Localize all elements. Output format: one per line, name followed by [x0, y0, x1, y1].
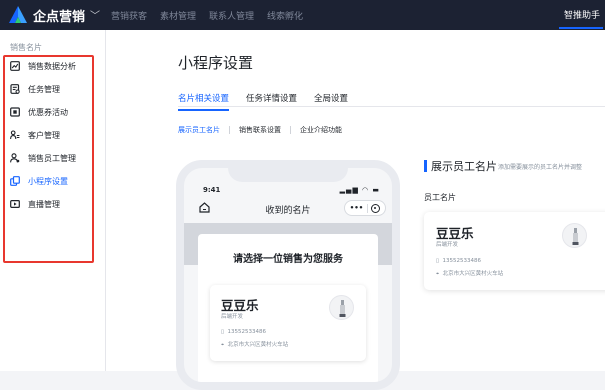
- card-role: 后端开发: [221, 314, 244, 320]
- topnav-item-materials[interactable]: 素材管理: [160, 9, 196, 22]
- sidebar-title: 销售名片: [10, 43, 42, 52]
- coupon-icon: [10, 107, 20, 117]
- sidebar-item-label: 销售数据分析: [28, 61, 76, 71]
- employee-card[interactable]: 豆豆乐 后端开发 ▯ 13552533486 ⌖ 北京市大兴区黄村火车站: [424, 212, 605, 290]
- topnav-item-acquisition[interactable]: 营销获客: [111, 9, 147, 22]
- customer-icon: [10, 130, 20, 140]
- card-address-text: 北京市大兴区黄村火车站: [227, 342, 289, 348]
- sidebar-item-label: 销售员工管理: [28, 153, 76, 163]
- sidebar-item-label: 直播管理: [28, 199, 60, 209]
- staff-icon: [10, 153, 20, 163]
- subtab-divider: [229, 126, 230, 134]
- phone-notch: [228, 168, 348, 182]
- top-nav: 营销获客 素材管理 联系人管理 线索孵化: [111, 9, 303, 22]
- main-content: 小程序设置 名片相关设置 任务详情设置 全局设置 展示员工名片 销售联系设置 企…: [106, 30, 605, 390]
- card-address: ⌖ 北京市大兴区黄村火车站: [436, 271, 504, 277]
- sub-tabs: 展示员工名片 销售联系设置 企业介绍功能: [178, 125, 342, 135]
- tab-task-details[interactable]: 任务详情设置: [246, 92, 297, 104]
- sidebar: 销售名片 销售数据分析 任务管理 优惠券活动 客户管理 销售员工管理 小程序设置…: [0, 30, 106, 371]
- avatar: [329, 295, 354, 320]
- topnav-item-leads[interactable]: 线索孵化: [267, 9, 303, 22]
- sidebar-item-sales-analytics[interactable]: 销售数据分析: [10, 58, 76, 74]
- card-address: ⌖ 北京市大兴区黄村火车站: [221, 342, 289, 348]
- miniprogram-icon: [10, 176, 20, 186]
- avatar: [562, 223, 587, 248]
- phone-status-icons: ▂▄▆ ◠ ▬: [339, 186, 380, 194]
- card-phone: ▯ 13552533486: [436, 258, 482, 264]
- phone-time: 9:41: [203, 186, 221, 194]
- more-icon: •••: [349, 204, 364, 212]
- chevron-down-icon[interactable]: ﹀: [90, 7, 100, 22]
- card-address-text: 北京市大兴区黄村火车站: [442, 271, 504, 277]
- card-phone: ▯ 13552533486: [221, 329, 267, 335]
- topnav-item-contacts[interactable]: 联系人管理: [209, 9, 254, 22]
- subtab-sales-contact[interactable]: 销售联系设置: [239, 125, 281, 135]
- avatar-figure-icon: [339, 300, 346, 317]
- subtab-company-intro[interactable]: 企业介绍功能: [300, 125, 342, 135]
- tabs-divider: [178, 106, 605, 107]
- subtab-show-employee-card[interactable]: 展示员工名片: [178, 125, 220, 135]
- sidebar-item-label: 客户管理: [28, 130, 60, 140]
- chart-icon: [10, 61, 20, 71]
- sidebar-item-customers[interactable]: 客户管理: [10, 127, 60, 143]
- sidebar-item-coupons[interactable]: 优惠券活动: [10, 104, 68, 120]
- tab-global-settings[interactable]: 全局设置: [314, 92, 348, 104]
- settings-tabs: 名片相关设置 任务详情设置 全局设置: [178, 92, 348, 111]
- section-hint: 添加需要展示的员工名片并调整: [498, 164, 583, 171]
- phone-heading: 请选择一位销售为您服务: [233, 254, 343, 265]
- section-title: 展示员工名片: [431, 160, 497, 173]
- phone-business-card: 豆豆乐 后端开发 ▯ 13552533486 ⌖ 北京市大兴区黄村火车站: [210, 285, 366, 361]
- avatar-figure-icon: [572, 228, 579, 245]
- task-icon: [10, 84, 20, 94]
- tab-card-settings[interactable]: 名片相关设置: [178, 92, 230, 111]
- sidebar-item-staff[interactable]: 销售员工管理: [10, 150, 76, 166]
- card-phone-number: 13552533486: [442, 258, 482, 264]
- phone-content-card: 请选择一位销售为您服务 豆豆乐 后端开发 ▯ 13552533486 ⌖ 北京市…: [198, 234, 378, 382]
- subtab-divider: [290, 126, 291, 134]
- sidebar-item-live[interactable]: 直播管理: [10, 196, 60, 212]
- sidebar-item-label: 任务管理: [28, 84, 60, 94]
- page-title: 小程序设置: [178, 54, 254, 72]
- top-bar: 企点营销 ﹀ 营销获客 素材管理 联系人管理 线索孵化 智推助手: [0, 0, 605, 30]
- employee-card-label: 员工名片: [424, 193, 456, 202]
- phone-preview: 9:41 ▂▄▆ ◠ ▬ 收到的名片 ••• 请选择一位销售为您服务 豆豆乐 后…: [176, 160, 400, 390]
- sidebar-item-label: 小程序设置: [28, 176, 68, 186]
- capsule-divider: [366, 203, 368, 213]
- helper-link[interactable]: 智推助手: [564, 8, 600, 21]
- sidebar-item-label: 优惠券活动: [28, 107, 68, 117]
- phone-capsule: •••: [344, 200, 386, 216]
- sidebar-item-miniprogram-settings[interactable]: 小程序设置: [10, 173, 68, 189]
- live-icon: [10, 199, 20, 209]
- sidebar-item-tasks[interactable]: 任务管理: [10, 81, 60, 97]
- helper-active-indicator: [559, 27, 603, 29]
- brand-logo-icon[interactable]: [8, 5, 28, 25]
- section-accent-bar: [424, 160, 427, 172]
- card-role: 后端开发: [436, 242, 459, 248]
- brand-name[interactable]: 企点营销: [33, 6, 85, 25]
- card-phone-number: 13552533486: [227, 329, 267, 335]
- close-target-icon: [371, 203, 381, 213]
